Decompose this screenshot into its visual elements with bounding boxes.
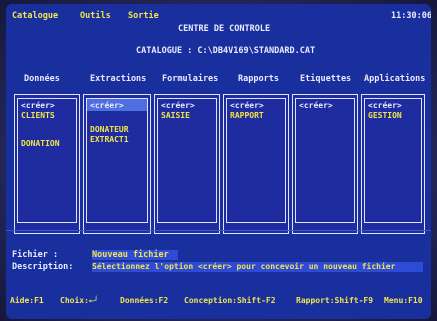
create-applications[interactable]: <créer> xyxy=(368,101,402,110)
list-item[interactable]: GESTION xyxy=(368,111,402,120)
header-extractions: Extractions xyxy=(90,74,147,84)
create-etiquettes[interactable]: <créer> xyxy=(299,101,333,110)
status-aide: Aide:F1 xyxy=(10,296,44,305)
status-conception: Conception:Shift-F2 xyxy=(184,296,276,305)
create-extractions[interactable]: <créer> xyxy=(90,101,124,110)
fichier-label: Fichier : xyxy=(12,250,59,260)
create-donnees[interactable]: <créer> xyxy=(21,101,55,110)
create-rapports[interactable]: <créer> xyxy=(230,101,264,110)
panels-row: <créer> CLIENTS DONATION <créer> DONATEU… xyxy=(14,94,430,234)
header-etiquettes: Etiquettes xyxy=(300,74,352,84)
menu-outils[interactable]: Outils xyxy=(80,11,111,21)
status-rapport: Rapport:Shift-F9 xyxy=(296,296,374,305)
dbase-control-center-screen: Catalogue Outils Sortie 11:30:06 CENTRE … xyxy=(6,4,431,319)
panel-formulaires: <créer> SAISIE xyxy=(154,94,220,234)
create-formulaires[interactable]: <créer> xyxy=(161,101,195,110)
panel-etiquettes: <créer> xyxy=(292,94,358,234)
menu-catalogue[interactable]: Catalogue xyxy=(12,11,58,21)
header-donnees: Données xyxy=(24,74,60,84)
panel-applications: <créer> GESTION xyxy=(361,94,425,234)
list-item[interactable]: CLIENTS xyxy=(21,111,55,120)
list-item[interactable]: SAISIE xyxy=(161,111,190,120)
panel-frame xyxy=(295,98,355,223)
list-item[interactable]: DONATEUR xyxy=(90,125,129,134)
description-value: Sélectionnez l'option <créer> pour conce… xyxy=(92,262,396,271)
status-menu: Menu:F10 xyxy=(384,296,423,305)
panel-frame xyxy=(86,98,148,223)
page-title: CENTRE DE CONTROLE xyxy=(178,24,271,34)
clock: 11:30:06 xyxy=(391,11,431,21)
list-item[interactable]: RAPPORT xyxy=(230,111,264,120)
list-item[interactable]: EXTRACT1 xyxy=(90,135,129,144)
description-label: Description: xyxy=(12,262,74,272)
divider xyxy=(6,230,431,231)
panel-extractions: <créer> DONATEUR EXTRACT1 xyxy=(83,94,151,234)
status-choix: Choix:←┘ xyxy=(60,296,99,305)
monitor-bezel: Catalogue Outils Sortie 11:30:06 CENTRE … xyxy=(0,0,437,321)
fichier-value: Nouveau fichier xyxy=(92,250,169,260)
menu-sortie[interactable]: Sortie xyxy=(128,11,159,21)
catalog-path: CATALOGUE : C:\DB4V169\STANDARD.CAT xyxy=(136,46,316,56)
header-formulaires: Formulaires xyxy=(162,74,219,84)
list-item[interactable]: DONATION xyxy=(21,139,60,148)
status-donnees: Données:F2 xyxy=(120,296,169,305)
header-applications: Applications xyxy=(364,74,426,84)
panel-donnees: <créer> CLIENTS DONATION xyxy=(14,94,80,234)
header-rapports: Rapports xyxy=(238,74,279,84)
panel-rapports: <créer> RAPPORT xyxy=(223,94,289,234)
